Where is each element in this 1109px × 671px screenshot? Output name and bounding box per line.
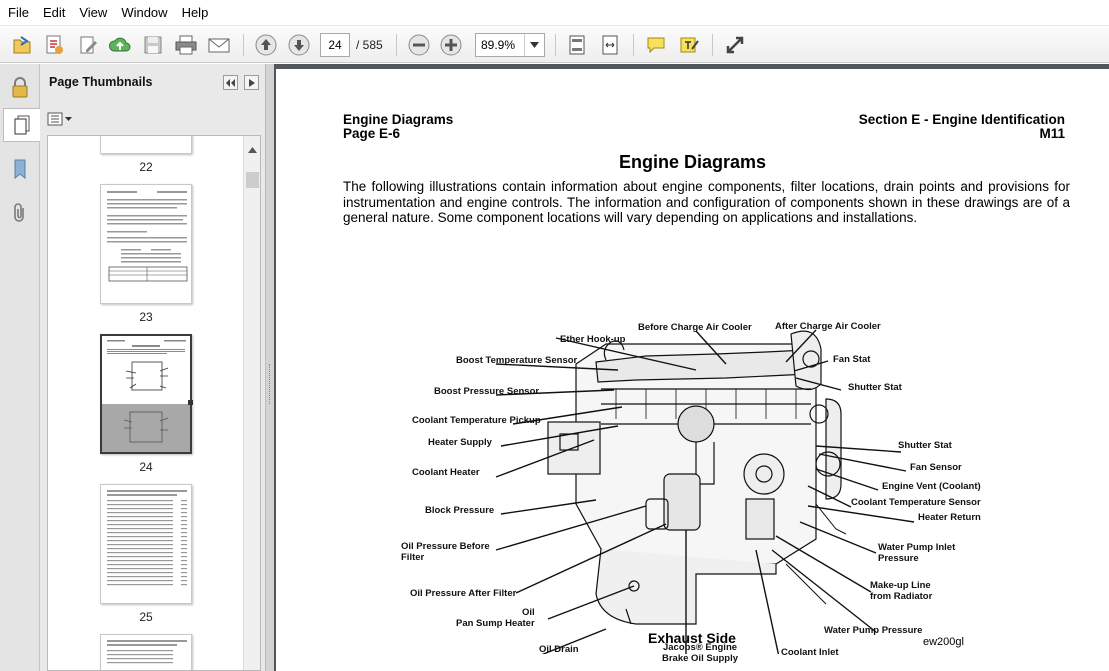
chevron-down-icon[interactable] [524,34,544,56]
resize-handle[interactable] [188,400,193,405]
callout-shutter-stat-upper: Shutter Stat [848,382,902,393]
lock-icon[interactable] [3,70,37,104]
page-thumbnails-icon[interactable] [3,108,41,142]
panel-splitter[interactable] [266,64,274,671]
callout-boost-pressure-sensor: Boost Pressure Sensor [434,386,540,397]
callout-ether-hook-up: Ether Hook-up [560,334,626,345]
bookmarks-icon[interactable] [3,152,37,186]
fit-page-icon[interactable] [564,32,590,58]
page-total: / 585 [356,38,383,52]
callout-before-charge-air-cooler: Before Charge Air Cooler [638,322,752,333]
thumbnails-panel: Page Thumbnails 22 23 24 25 [40,64,266,671]
header-engine-model: M11 [1039,126,1065,141]
thumbnail-page[interactable] [100,136,192,154]
intro-paragraph: The following illustrations contain info… [343,179,1070,225]
callout-heater-return: Heater Return [918,512,981,523]
header-section-name: Engine Diagrams [343,112,454,127]
thumbnail-scrollbar[interactable] [243,136,260,670]
thumbnail-list[interactable]: 22 23 24 25 [47,135,261,671]
document-view[interactable]: Engine Diagrams Page E-6 Section E - Eng… [274,64,1109,671]
attachments-icon[interactable] [3,196,37,230]
previous-page-icon[interactable] [253,32,279,58]
email-icon[interactable] [206,32,232,58]
thumbnail-page-selected[interactable] [100,334,192,454]
thumbnail-label: 24 [139,460,153,474]
callout-coolant-temperature-sensor: Coolant Temperature Sensor [851,497,981,508]
zoom-value: 89.9% [481,38,516,52]
thumbnail-page[interactable] [100,484,192,604]
open-icon[interactable] [9,32,35,58]
zoom-select[interactable]: 89.9% [475,33,545,57]
panel-title: Page Thumbnails [49,75,153,89]
next-page-icon[interactable] [286,32,312,58]
callout-heater-supply: Heater Supply [428,437,492,448]
callout-coolant-heater: Coolant Heater [412,467,480,478]
thumbnail-page[interactable] [100,184,192,304]
menu-window[interactable]: Window [114,0,174,26]
toolbar: 24 / 585 89.9% [0,27,1109,63]
zoom-in-icon[interactable] [438,32,464,58]
thumbnail-label: 22 [139,160,153,174]
figure-id: ew200gl [923,636,964,648]
callout-fan-sensor: Fan Sensor [910,462,962,473]
print-icon[interactable] [173,32,199,58]
callout-coolant-temperature-pickup: Coolant Temperature Pickup [412,415,541,426]
expand-panel-icon[interactable] [244,75,259,90]
menu-bar: File Edit View Window Help [0,0,1109,26]
page-header-left: Engine Diagrams Page E-6 [343,113,453,141]
document-page: Engine Diagrams Page E-6 Section E - Eng… [276,69,1109,671]
header-page-number: Page E-6 [343,126,401,141]
menu-file[interactable]: File [1,0,36,26]
menu-help[interactable]: Help [175,0,216,26]
thumbnail-label: 25 [139,610,153,624]
fullscreen-icon[interactable] [722,32,748,58]
callout-fan-stat: Fan Stat [833,354,871,365]
callout-oil-pressure-before-filter: Oil Pressure Before Filter [401,541,490,563]
scrollbar-thumb[interactable] [246,172,259,188]
zoom-out-icon[interactable] [406,32,432,58]
figure-caption: Exhaust Side [648,630,736,646]
thumbnail-label: 23 [139,310,153,324]
save-icon[interactable] [140,32,166,58]
engine-diagram: Ether Hook-up Before Charge Air Cooler A… [396,274,996,664]
fit-width-icon[interactable] [597,32,623,58]
menu-edit[interactable]: Edit [36,0,72,26]
page-number-input[interactable]: 24 [320,33,350,57]
page-header-right: Section E - Engine Identification M11 [859,113,1065,141]
callout-boost-temperature-sensor: Boost Temperature Sensor [456,355,578,366]
scroll-up-icon[interactable] [248,142,257,156]
callout-oil-pressure-after-filter: Oil Pressure After Filter [410,588,517,599]
callout-after-charge-air-cooler: After Charge Air Cooler [775,321,881,332]
callout-water-pump-inlet-pressure: Water Pump Inlet Pressure [878,542,956,564]
callout-make-up-line-from-radiator: Make-up Line from Radiator [870,580,933,602]
create-pdf-icon[interactable] [41,32,67,58]
menu-view[interactable]: View [72,0,114,26]
callout-block-pressure: Block Pressure [425,505,495,516]
cloud-upload-icon[interactable] [107,32,133,58]
highlight-icon[interactable] [676,32,702,58]
edit-icon[interactable] [75,32,101,58]
thumbnail-options-menu[interactable] [47,110,75,128]
callout-water-pump-pressure: Water Pump Pressure [824,625,923,636]
page-title: Engine Diagrams [618,152,767,172]
navigation-rail [0,64,41,671]
header-section-title: Section E - Engine Identification [858,112,1065,127]
callout-coolant-inlet: Coolant Inlet [781,647,839,658]
callout-engine-vent-coolant: Engine Vent (Coolant) [882,481,981,492]
callout-oil-drain: Oil Drain [539,644,579,655]
panel-header: Page Thumbnails [40,64,266,102]
callout-shutter-stat-lower: Shutter Stat [898,440,952,451]
comment-icon[interactable] [643,32,669,58]
thumbnail-page[interactable] [100,634,192,670]
callout-oil-pan-sump-heater: Oil Pan Sump Heater [456,607,535,629]
collapse-panel-icon[interactable] [223,75,238,90]
